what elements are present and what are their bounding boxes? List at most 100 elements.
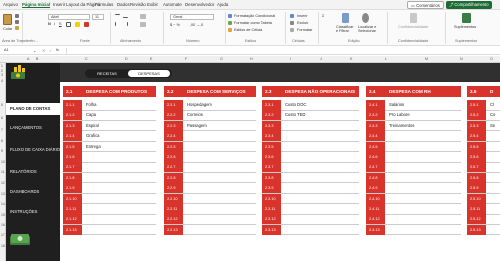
receitas-tab[interactable]: RECEITAS [87, 70, 127, 77]
cancel-icon[interactable]: ✕ [42, 48, 45, 53]
paste-label[interactable]: Colar [3, 27, 12, 31]
column-header[interactable]: G [220, 57, 223, 61]
account-name[interactable]: Passagem [187, 121, 207, 131]
column-header[interactable]: C [85, 57, 88, 61]
column-header[interactable]: H [250, 57, 253, 61]
column-header[interactable]: L [385, 57, 387, 61]
menu-tab[interactable]: Exibir [147, 2, 158, 7]
row-header[interactable]: 12 [1, 181, 5, 185]
sidebar-item[interactable]: PLANO DE CONTAS [6, 103, 60, 115]
decimals-button[interactable]: ,00 →,0 [190, 23, 203, 27]
account-name[interactable]: Pro Labore [389, 110, 410, 120]
underline-button[interactable]: S [59, 22, 62, 26]
sort-filter-label[interactable]: Classificar e Filtrar [336, 25, 356, 33]
sidebar-item[interactable]: LANÇAMENTOS [10, 125, 42, 130]
addins-icon[interactable] [462, 13, 471, 23]
align-left-icon[interactable] [115, 22, 120, 26]
conditional-format-icon[interactable] [228, 14, 232, 18]
menu-tab[interactable]: Arquivo [3, 2, 18, 7]
sidebar-item[interactable]: DASHBOARDS [10, 189, 39, 194]
row-header[interactable]: 18 [1, 244, 5, 248]
name-box[interactable]: A1 [2, 48, 32, 54]
wrap-text-icon[interactable] [140, 14, 146, 19]
row-header[interactable]: 10 [1, 160, 5, 164]
format-as-table-button[interactable]: Formatar como Tabela [234, 21, 272, 25]
cell-styles-icon[interactable] [228, 28, 232, 32]
column-header[interactable]: O [490, 57, 493, 61]
sensitivity-label[interactable]: Confidencialidade [398, 25, 428, 29]
account-name[interactable]: Hospedagem [187, 100, 212, 110]
row-header[interactable]: 17 [1, 233, 5, 237]
row-header[interactable]: 14 [1, 202, 5, 206]
account-name[interactable]: Treinamentos [389, 121, 414, 131]
cell-styles-button[interactable]: Estilos de Célula [234, 28, 262, 32]
italic-button[interactable]: I [54, 22, 55, 26]
account-name[interactable]: Espiral [86, 121, 99, 131]
column-header[interactable]: M [425, 57, 428, 61]
addins-label[interactable]: Suplementos [454, 25, 476, 29]
sidebar-item[interactable]: RELATÓRIOS [10, 169, 37, 174]
autosum-icon[interactable]: Σ [322, 14, 324, 18]
account-name[interactable]: Folha [86, 100, 96, 110]
menu-tab[interactable]: Desenvolvedor [185, 2, 214, 7]
row-header[interactable]: 16 [1, 223, 5, 227]
despesas-tab[interactable]: DESPESAS [128, 70, 170, 77]
account-name[interactable]: Cl [490, 100, 494, 110]
align-center-icon[interactable] [123, 22, 128, 26]
account-name[interactable]: Grafica [86, 131, 100, 141]
row-header[interactable]: 4 [1, 79, 3, 83]
menu-tab[interactable]: Automate [163, 2, 182, 7]
account-name[interactable]: Co [490, 110, 495, 120]
row-header[interactable]: 9 [1, 149, 3, 153]
formula-input[interactable] [66, 48, 496, 54]
copy-icon[interactable] [15, 20, 19, 24]
menu-tab[interactable]: Dados [117, 2, 130, 7]
format-table-icon[interactable] [228, 21, 232, 25]
sort-filter-icon[interactable] [342, 13, 349, 23]
format-painter-icon[interactable] [15, 26, 19, 30]
row-header[interactable]: 13 [1, 192, 5, 196]
row-header[interactable]: 5 [1, 103, 3, 107]
find-select-icon[interactable] [362, 13, 369, 23]
sensitivity-icon[interactable] [410, 13, 417, 23]
column-header[interactable]: J [320, 57, 322, 61]
borders-icon[interactable] [66, 22, 71, 27]
font-color-icon[interactable] [84, 22, 89, 27]
font-size-box[interactable]: 11 [92, 14, 104, 20]
column-header[interactable]: D [125, 57, 128, 61]
sidebar-item[interactable]: FLUXO DE CAIXA DIÁRIO [10, 147, 60, 152]
menu-tab[interactable]: Revisão [130, 2, 146, 7]
fill-color-icon[interactable] [75, 22, 80, 27]
align-middle-icon[interactable] [123, 14, 128, 18]
account-name[interactable]: Capa [86, 110, 96, 120]
number-format-box[interactable]: Geral [170, 14, 214, 20]
column-header[interactable]: N [460, 57, 463, 61]
column-header[interactable]: K [350, 57, 352, 61]
account-name[interactable]: Salários [389, 100, 404, 110]
column-header[interactable]: I [290, 57, 291, 61]
align-top-icon[interactable] [115, 14, 120, 18]
row-header[interactable]: 15 [1, 213, 5, 217]
column-header[interactable]: A [27, 57, 29, 61]
enter-icon[interactable]: ✓ [49, 48, 52, 53]
account-name[interactable]: Entrega [86, 142, 101, 152]
cut-icon[interactable] [15, 14, 19, 18]
column-header[interactable]: B [36, 57, 38, 61]
format-button[interactable]: Formatar [297, 28, 312, 32]
fx-button[interactable]: fx [56, 48, 59, 52]
row-header[interactable]: 7 [1, 128, 3, 132]
bold-button[interactable]: N [48, 22, 51, 26]
sidebar-item[interactable]: INSTRUÇÕES [10, 209, 37, 214]
currency-button[interactable]: $ ~ % [170, 23, 180, 27]
account-name[interactable]: Custo DOC [285, 100, 306, 110]
conditional-format-button[interactable]: Formatação Condicional [234, 14, 275, 18]
row-header[interactable]: 6 [1, 116, 3, 120]
account-name[interactable]: Custo TED [285, 110, 305, 120]
share-button[interactable]: ⤴ Compartilhamento [446, 1, 492, 9]
account-name[interactable]: Correios [187, 110, 203, 120]
row-header[interactable]: 3 [1, 73, 3, 77]
row-header[interactable]: 11 [1, 170, 5, 174]
menu-tab[interactable]: Página Inicial [22, 2, 51, 8]
column-header[interactable]: F [185, 57, 187, 61]
menu-tab[interactable]: Inserir [53, 2, 65, 7]
